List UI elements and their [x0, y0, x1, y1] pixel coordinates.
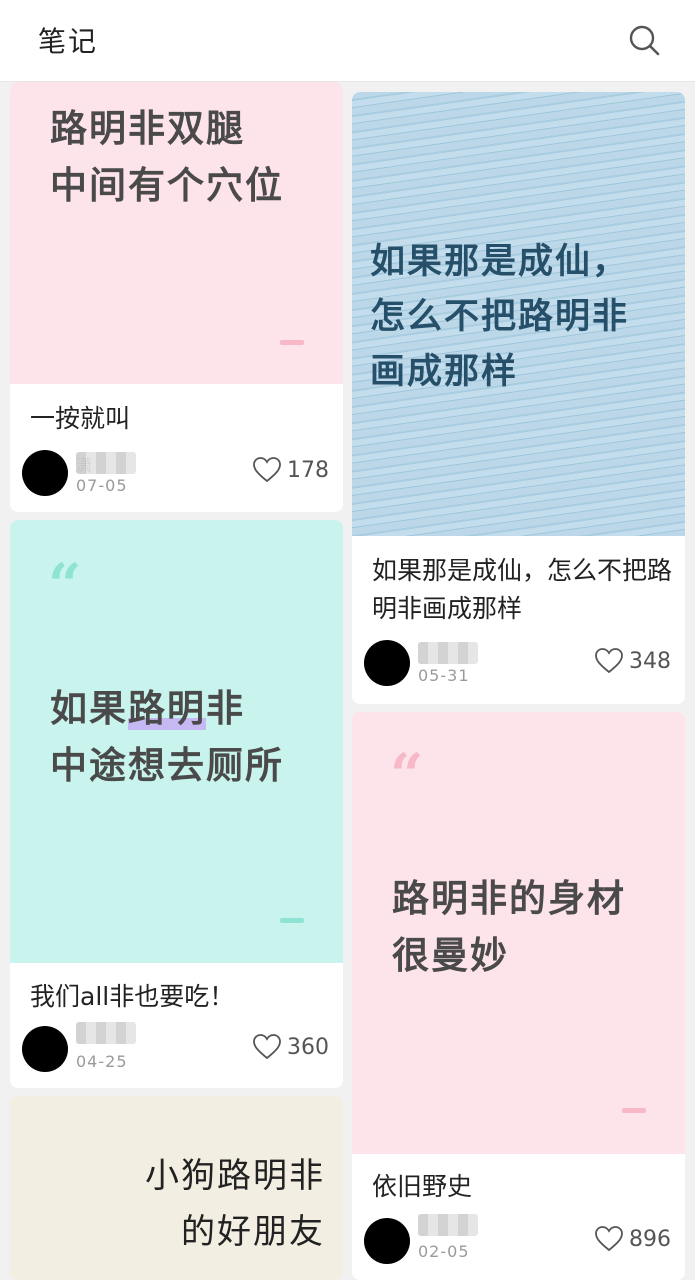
search-button[interactable] [624, 20, 664, 60]
note-cover: 路明非双腿 中间有个穴位 [10, 82, 343, 384]
decor-dash [280, 340, 304, 345]
like-button[interactable]: 178 [253, 457, 329, 483]
quote-mark-icon: “ [390, 741, 424, 809]
note-date: 05-31 [418, 666, 470, 685]
like-count: 178 [287, 457, 329, 483]
note-date: 04-25 [76, 1052, 128, 1071]
note-title: 依旧野史 [372, 1172, 473, 1201]
like-count: 348 [629, 648, 671, 674]
heart-icon [595, 1226, 623, 1252]
like-button[interactable]: 348 [595, 648, 671, 674]
avatar[interactable] [22, 450, 68, 496]
note-date: 07-05 [76, 476, 128, 495]
note-cover: 如果那是成仙， 怎么不把路明非 画成那样 [352, 92, 685, 536]
note-date: 02-05 [418, 1242, 470, 1261]
like-button[interactable]: 896 [595, 1226, 671, 1252]
cover-text: 路明非双腿 中间有个穴位 [50, 107, 284, 207]
heart-icon [253, 457, 281, 483]
note-cover: 小狗路明非 的好朋友 [10, 1096, 343, 1280]
like-count: 896 [629, 1226, 671, 1252]
note-title: 一按就叫 [30, 404, 131, 433]
like-button[interactable]: 360 [253, 1034, 329, 1060]
heart-icon [595, 648, 623, 674]
note-cover: “ 如果路明非 中途想去厕所 [10, 520, 343, 963]
avatar[interactable] [364, 1218, 410, 1264]
cover-text: 如果路明非 中途想去厕所 [50, 687, 284, 787]
note-card[interactable]: 如果那是成仙， 怎么不把路明非 画成那样 如果那是成仙，怎么不把路明非画成那样 … [352, 92, 685, 704]
author-name [418, 642, 478, 664]
decor-dash [280, 918, 304, 923]
note-title: 我们all非也要吃！ [30, 982, 235, 1011]
cover-text: 如果那是成仙， 怎么不把路明非 画成那样 [370, 241, 630, 392]
author-name: 潇 [76, 452, 136, 475]
search-icon [629, 25, 660, 56]
author-name [76, 1022, 136, 1044]
avatar[interactable] [22, 1026, 68, 1072]
note-title: 如果那是成仙，怎么不把路明非画成那样 [372, 556, 673, 623]
author-name [418, 1214, 478, 1236]
cover-text: 小狗路明非 的好朋友 [145, 1156, 325, 1252]
cover-text: 路明非的身材 很曼妙 [392, 877, 626, 977]
like-count: 360 [287, 1034, 329, 1060]
note-card[interactable]: 路明非双腿 中间有个穴位 一按就叫 潇 07-05 178 [10, 82, 343, 512]
top-bar: 笔记 [0, 0, 695, 82]
note-card[interactable]: “ 路明非的身材 很曼妙 依旧野史 02-05 896 [352, 712, 685, 1280]
quote-mark-icon: “ [48, 551, 82, 619]
page-title: 笔记 [38, 25, 99, 58]
note-card[interactable]: “ 如果路明非 中途想去厕所 我们all非也要吃！ 04-25 360 [10, 520, 343, 1088]
note-card[interactable]: 小狗路明非 的好朋友 [10, 1096, 343, 1280]
note-cover: “ 路明非的身材 很曼妙 [352, 712, 685, 1154]
heart-icon [253, 1034, 281, 1060]
avatar[interactable] [364, 640, 410, 686]
decor-dash [622, 1108, 646, 1113]
